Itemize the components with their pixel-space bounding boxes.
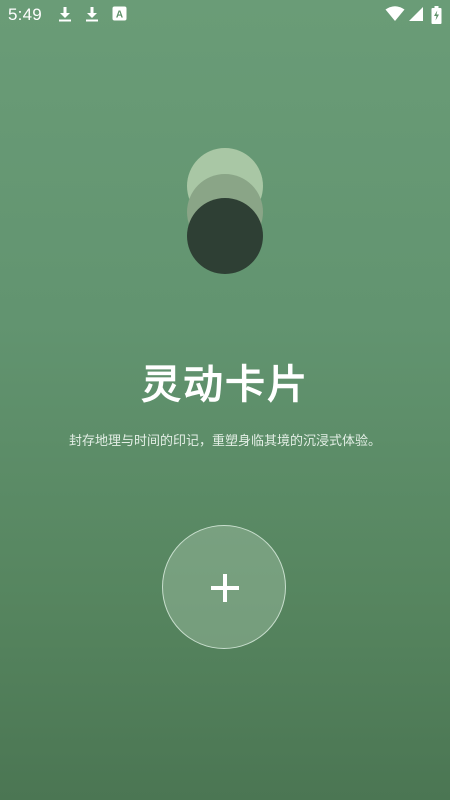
- battery-charging-icon: [431, 6, 442, 24]
- wifi-icon: [385, 6, 405, 21]
- font-app-icon: A: [112, 6, 127, 21]
- signal-icon: [409, 7, 423, 21]
- download-icon: [59, 7, 71, 22]
- plus-icon: [211, 574, 239, 602]
- status-time: 5:49: [8, 5, 42, 24]
- add-card-button[interactable]: [162, 525, 286, 649]
- app-logo: [187, 148, 265, 274]
- page-subtitle: 封存地理与时间的印记，重塑身临其境的沉浸式体验。: [68, 434, 381, 449]
- logo-circle-dark: [187, 198, 263, 274]
- status-bar: 5:49 A: [0, 0, 450, 30]
- font-app-letter: A: [116, 10, 123, 21]
- page-title: 灵动卡片: [141, 362, 309, 408]
- download-icon: [86, 7, 98, 22]
